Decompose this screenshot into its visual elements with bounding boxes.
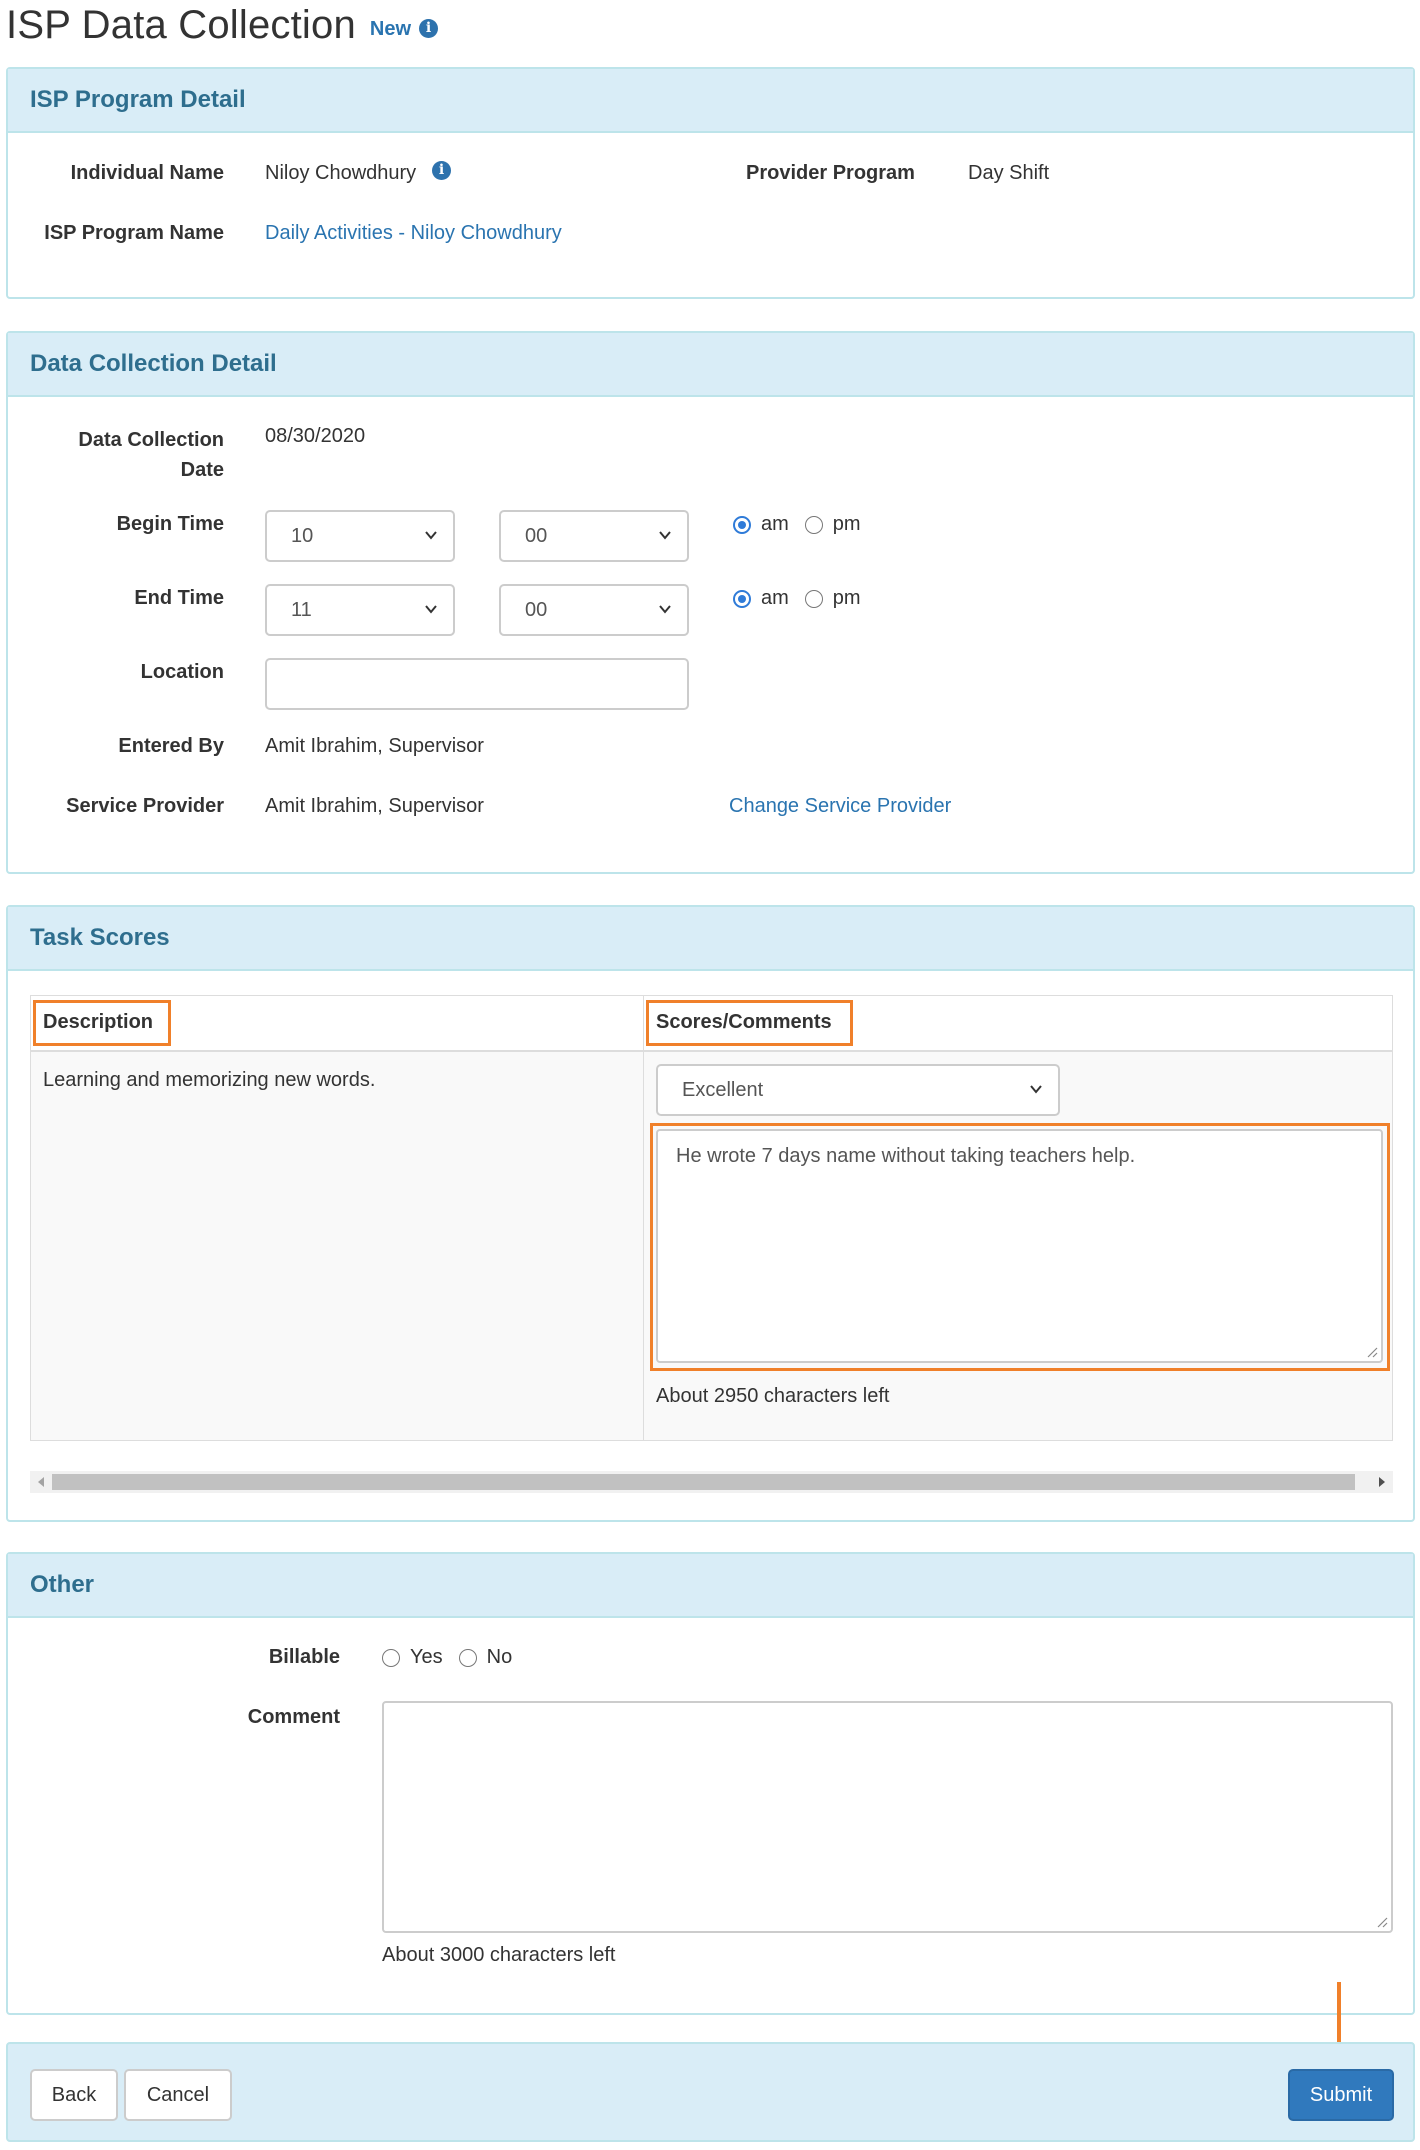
scroll-right-icon[interactable] <box>1379 1477 1385 1487</box>
annotation-highlight-box <box>646 1000 853 1046</box>
entered-by-label: Entered By <box>118 735 224 757</box>
begin-minute-select[interactable]: 00 <box>499 510 689 562</box>
individual-name-label: Individual Name <box>70 162 224 184</box>
annotation-highlight-box <box>33 1000 171 1046</box>
resize-grip-icon[interactable] <box>1376 1916 1388 1928</box>
begin-am-radio[interactable] <box>733 515 751 534</box>
panel-heading: ISP Program Detail <box>8 69 1413 133</box>
table-header-row: Description Scores/Comments <box>31 996 1392 1052</box>
form-actions-bar: Back Cancel Submit <box>6 2042 1415 2142</box>
data-collection-date-value: 08/30/2020 <box>265 425 366 447</box>
info-circle-icon[interactable]: i <box>432 161 451 180</box>
submit-button[interactable]: Submit <box>1288 2069 1394 2121</box>
back-button[interactable]: Back <box>30 2069 118 2121</box>
score-select[interactable]: Excellent <box>656 1064 1060 1116</box>
task-scores-panel: Task Scores Description Scores/Comments … <box>6 905 1415 1522</box>
end-minute-select[interactable]: 00 <box>499 584 689 636</box>
chevron-down-icon <box>659 531 671 540</box>
begin-time-label: Begin Time <box>116 513 224 535</box>
end-hour-select[interactable]: 11 <box>265 584 455 636</box>
provider-program-value: Day Shift <box>968 162 1050 184</box>
scroll-left-icon[interactable] <box>38 1477 44 1487</box>
begin-pm-radio[interactable] <box>804 515 823 534</box>
other-comment-textarea[interactable] <box>382 1701 1393 1933</box>
location-label: Location <box>140 661 224 683</box>
column-divider <box>643 996 644 1440</box>
billable-yes-radio[interactable] <box>382 1648 400 1667</box>
service-provider-value: Amit Ibrahim, Supervisor <box>265 795 484 817</box>
data-collection-date-label: Data Collection Date <box>78 429 224 481</box>
billable-label: Billable <box>268 1646 340 1668</box>
resize-grip-icon[interactable] <box>1366 1346 1378 1358</box>
horizontal-scrollbar[interactable] <box>30 1471 1393 1493</box>
begin-period-radio-group: am pm <box>733 513 877 536</box>
isp-program-name-label: ISP Program Name <box>44 222 224 244</box>
characters-left-text: About 2950 characters left <box>656 1385 890 1407</box>
task-scores-table: Description Scores/Comments Learning and… <box>30 995 1393 1441</box>
isp-program-name-link[interactable]: Daily Activities - Niloy Chowdhury <box>265 222 562 245</box>
chevron-down-icon <box>1030 1085 1042 1094</box>
chevron-down-icon <box>425 605 437 614</box>
billable-no-radio[interactable] <box>458 1648 477 1667</box>
table-row: Learning and memorizing new words. Excel… <box>31 1052 1392 1440</box>
service-provider-label: Service Provider <box>66 795 224 817</box>
chevron-down-icon <box>425 531 437 540</box>
begin-hour-select[interactable]: 10 <box>265 510 455 562</box>
change-service-provider-link[interactable]: Change Service Provider <box>729 795 951 818</box>
new-badge: New <box>369 17 412 40</box>
entered-by-value: Amit Ibrahim, Supervisor <box>265 735 484 757</box>
end-period-radio-group: am pm <box>733 587 877 610</box>
data-collection-detail-panel: Data Collection Detail Data Collection D… <box>6 331 1415 874</box>
provider-program-label: Provider Program <box>746 162 915 184</box>
billable-radio-group: Yes No <box>382 1646 528 1669</box>
chevron-down-icon <box>659 605 671 614</box>
isp-program-detail-panel: ISP Program Detail Individual Name Niloy… <box>6 67 1415 299</box>
task-comment-textarea[interactable]: He wrote 7 days name without taking teac… <box>656 1129 1383 1363</box>
comment-label: Comment <box>247 1706 340 1728</box>
panel-heading: Data Collection Detail <box>8 333 1413 397</box>
info-circle-icon[interactable]: i <box>419 18 439 38</box>
end-pm-radio[interactable] <box>804 589 823 608</box>
end-time-label: End Time <box>134 587 224 609</box>
page-header: ISP Data Collection New i <box>6 0 439 50</box>
panel-heading: Other <box>8 1554 1413 1618</box>
panel-heading: Task Scores <box>8 907 1413 971</box>
isp-data-collection-page: ISP Data Collection New i ISP Program De… <box>0 0 1420 2150</box>
location-input[interactable] <box>265 658 689 710</box>
cancel-button[interactable]: Cancel <box>124 2069 232 2121</box>
end-am-radio[interactable] <box>733 589 751 608</box>
task-description: Learning and memorizing new words. <box>43 1069 376 1091</box>
characters-left-text: About 3000 characters left <box>382 1944 616 1966</box>
other-panel: Other Billable Yes No Comment About 3000… <box>6 1552 1415 2015</box>
scrollbar-thumb[interactable] <box>52 1474 1355 1490</box>
page-title: ISP Data Collection <box>6 2 356 47</box>
individual-name-value: Niloy Chowdhury <box>265 162 417 184</box>
